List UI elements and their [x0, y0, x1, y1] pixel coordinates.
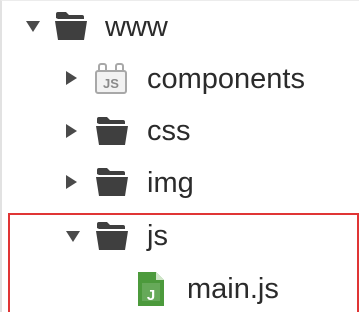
folder-icon	[95, 167, 129, 202]
file-label: main.js	[187, 273, 279, 305]
file-tree: www JS components css img js J main.js	[0, 0, 359, 312]
tree-node-main-js[interactable]: J main.js	[2, 261, 359, 312]
js-package-icon: JS	[94, 63, 128, 100]
js-file-icon: J	[136, 271, 166, 312]
tree-node-js[interactable]: js	[2, 209, 359, 261]
tree-node-components[interactable]: JS components	[2, 53, 359, 105]
expand-arrow-icon[interactable]	[66, 231, 80, 242]
folder-icon	[95, 116, 129, 151]
tree-node-label: www	[105, 11, 168, 43]
tree-node-www[interactable]: www	[2, 3, 359, 55]
tree-node-label: js	[147, 220, 168, 252]
collapse-arrow-icon[interactable]	[66, 124, 77, 138]
svg-text:J: J	[147, 287, 155, 304]
tree-node-label: components	[147, 63, 305, 95]
expand-arrow-icon[interactable]	[26, 21, 40, 32]
folder-icon	[54, 11, 88, 46]
collapse-arrow-icon[interactable]	[66, 71, 77, 85]
folder-icon	[95, 221, 129, 256]
tree-node-img[interactable]: img	[2, 157, 359, 209]
tree-node-label: css	[147, 115, 191, 147]
collapse-arrow-icon[interactable]	[66, 175, 77, 189]
tree-node-css[interactable]: css	[2, 105, 359, 157]
svg-text:JS: JS	[103, 76, 119, 91]
tree-node-label: img	[147, 167, 194, 199]
